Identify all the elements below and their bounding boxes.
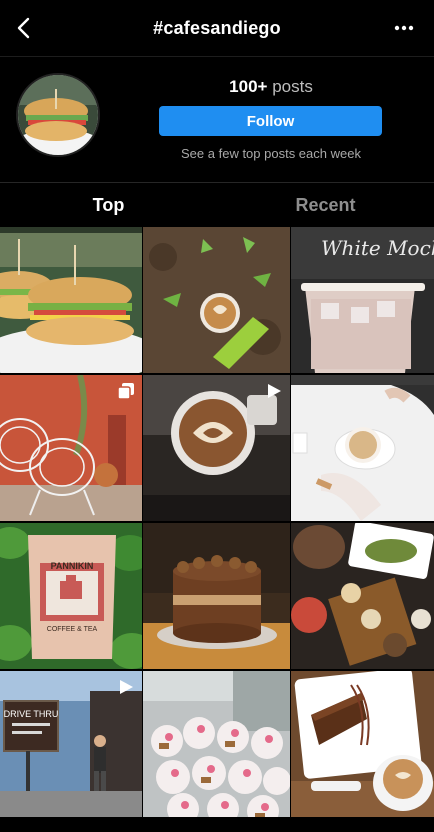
post-tile-food-flatlay[interactable] — [291, 523, 434, 669]
post-tile-cappuccino-table[interactable] — [291, 375, 434, 521]
post-tile-cupcakes[interactable] — [143, 671, 290, 817]
post-tile-sandwich[interactable] — [0, 227, 142, 373]
tab-recent[interactable]: Recent — [217, 183, 434, 227]
hashtag-avatar — [16, 73, 100, 157]
post-tile-latte-plants[interactable] — [143, 227, 290, 373]
hashtag-header: 100+ posts Follow See a few top posts ea… — [0, 57, 434, 181]
chevron-left-icon[interactable] — [10, 14, 36, 42]
top-nav-bar: #cafesandiego — [0, 0, 434, 57]
posts-count: 100+ posts — [160, 77, 382, 97]
carousel-icon — [117, 383, 134, 400]
post-tile-drive-thru[interactable]: DRIVE THRU — [0, 671, 142, 817]
follow-button[interactable]: Follow — [159, 106, 382, 136]
posts-count-label: posts — [272, 77, 313, 96]
post-tile-latte-art[interactable] — [143, 375, 290, 521]
pannikin-label: PANNIKIN — [51, 561, 94, 571]
hashtag-title: #cafesandiego — [153, 17, 281, 38]
post-grid: White Mocha — [0, 227, 434, 832]
coffee-tea-label: COFFEE & TEA — [47, 626, 98, 633]
video-icon — [118, 679, 134, 695]
header-subtext: See a few top posts each week — [181, 146, 361, 161]
more-horizontal-icon[interactable] — [392, 18, 416, 38]
post-tile-iced-drink[interactable]: White Mocha — [291, 227, 434, 373]
white-mocha-sign: White Mocha — [321, 236, 434, 260]
drive-thru-sign: DRIVE THRU — [4, 709, 59, 719]
feed-tabs: Top Recent — [0, 182, 434, 227]
post-tile-coffee-bag[interactable]: PANNIKIN COFFEE & TEA — [0, 523, 142, 669]
post-tile-patio-chairs[interactable] — [0, 375, 142, 521]
video-icon — [266, 383, 282, 399]
post-tile-chocolate-cake[interactable] — [143, 523, 290, 669]
tab-top[interactable]: Top — [0, 183, 217, 227]
post-tile-cake-slice[interactable] — [291, 671, 434, 817]
posts-count-number: 100+ — [229, 77, 268, 96]
